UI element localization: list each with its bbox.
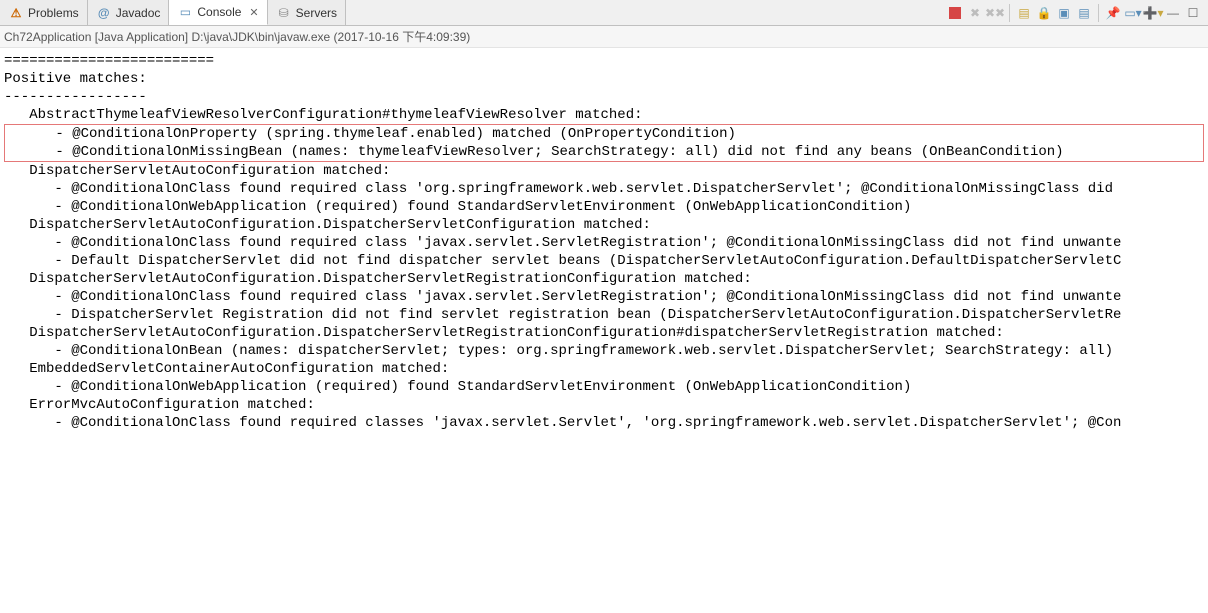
tab-problems[interactable]: ⚠ Problems <box>0 0 88 25</box>
tab-label: Servers <box>296 6 337 20</box>
separator <box>1009 4 1010 22</box>
console-line: - @ConditionalOnProperty (spring.thymele… <box>5 125 1203 143</box>
tab-label: Problems <box>28 6 79 20</box>
tab-label: Javadoc <box>116 6 161 20</box>
console-line: ErrorMvcAutoConfiguration matched: <box>4 396 1204 414</box>
console-line: - @ConditionalOnClass found required cla… <box>4 234 1204 252</box>
javadoc-icon: @ <box>96 5 112 21</box>
highlighted-console-block: - @ConditionalOnProperty (spring.thymele… <box>4 124 1204 162</box>
console-line: - @ConditionalOnClass found required cla… <box>4 414 1204 432</box>
console-line: Positive matches: <box>4 70 1204 88</box>
console-line: - @ConditionalOnClass found required cla… <box>4 180 1204 198</box>
console-line: AbstractThymeleafViewResolverConfigurati… <box>4 106 1204 124</box>
console-line: - @ConditionalOnBean (names: dispatcherS… <box>4 342 1204 360</box>
console-line: - @ConditionalOnWebApplication (required… <box>4 198 1204 216</box>
terminate-button[interactable] <box>946 4 964 22</box>
clear-console-button[interactable]: ▤ <box>1015 4 1033 22</box>
console-line: DispatcherServletAutoConfiguration.Dispa… <box>4 270 1204 288</box>
maximize-button[interactable]: ☐ <box>1184 4 1202 22</box>
view-tabs-row: ⚠ Problems @ Javadoc ▭ Console ✕ ⛁ Servers ✖ ✖✖ … <box>0 0 1208 26</box>
tab-javadoc[interactable]: @ Javadoc <box>88 0 170 25</box>
console-line: EmbeddedServletContainerAutoConfiguratio… <box>4 360 1204 378</box>
process-status-line: Ch72Application [Java Application] D:\ja… <box>0 26 1208 48</box>
console-output[interactable]: =========================Positive matche… <box>0 48 1208 436</box>
remove-launch-button[interactable]: ✖ <box>966 4 984 22</box>
show-on-output-button[interactable]: ▣ <box>1055 4 1073 22</box>
view-tabs: ⚠ Problems @ Javadoc ▭ Console ✕ ⛁ Servers <box>0 0 346 25</box>
console-line: - @ConditionalOnClass found required cla… <box>4 288 1204 306</box>
close-icon[interactable]: ✕ <box>249 6 258 19</box>
console-line: - @ConditionalOnMissingBean (names: thym… <box>5 143 1203 161</box>
console-line: DispatcherServletAutoConfiguration.Dispa… <box>4 216 1204 234</box>
show-on-error-button[interactable]: ▤ <box>1075 4 1093 22</box>
console-line: - @ConditionalOnWebApplication (required… <box>4 378 1204 396</box>
display-selected-console-button[interactable]: ▭▾ <box>1124 4 1142 22</box>
servers-icon: ⛁ <box>276 5 292 21</box>
tab-servers[interactable]: ⛁ Servers <box>268 0 346 25</box>
open-console-button[interactable]: ➕▾ <box>1144 4 1162 22</box>
scroll-lock-button[interactable]: 🔒 <box>1035 4 1053 22</box>
tab-console[interactable]: ▭ Console ✕ <box>169 0 267 25</box>
console-line: ========================= <box>4 52 1204 70</box>
problems-icon: ⚠ <box>8 5 24 21</box>
tab-label: Console <box>197 5 241 19</box>
console-line: DispatcherServletAutoConfiguration.Dispa… <box>4 324 1204 342</box>
remove-all-terminated-button[interactable]: ✖✖ <box>986 4 1004 22</box>
console-icon: ▭ <box>177 4 193 20</box>
console-toolbar: ✖ ✖✖ ▤ 🔒 ▣ ▤ 📌 ▭▾ ➕▾ — ☐ <box>946 4 1208 22</box>
pin-console-button[interactable]: 📌 <box>1104 4 1122 22</box>
separator <box>1098 4 1099 22</box>
console-line: DispatcherServletAutoConfiguration match… <box>4 162 1204 180</box>
console-line: - DispatcherServlet Registration did not… <box>4 306 1204 324</box>
minimize-button[interactable]: — <box>1164 4 1182 22</box>
console-line: - Default DispatcherServlet did not find… <box>4 252 1204 270</box>
console-line: ----------------- <box>4 88 1204 106</box>
